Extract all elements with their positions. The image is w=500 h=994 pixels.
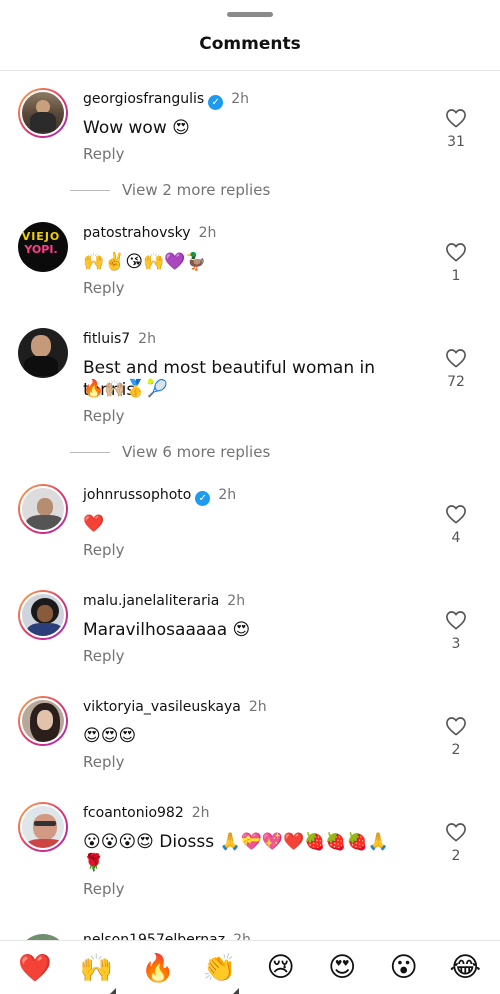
avatar[interactable] <box>18 590 68 640</box>
reaction-surprised[interactable]: 😮 <box>378 952 430 983</box>
reply-button[interactable]: Reply <box>83 145 125 163</box>
skin-tone-indicator-icon <box>233 987 240 994</box>
like-count: 2 <box>451 742 461 758</box>
comment-time: 2h <box>218 487 237 503</box>
reply-button[interactable]: Reply <box>83 647 125 665</box>
comment-time: 2h <box>138 331 156 347</box>
reaction-clap[interactable]: 👏 <box>193 952 245 994</box>
heart-outline-icon[interactable] <box>445 822 467 842</box>
like-control[interactable]: 1 <box>436 242 476 284</box>
like-control[interactable]: 72 <box>436 348 476 390</box>
comment-text-line2: 🔥🙌🏼🥇🎾 <box>83 379 168 399</box>
comment-text: Wow wow 😍 <box>83 118 190 138</box>
avatar[interactable] <box>18 88 68 138</box>
heart-outline-icon[interactable] <box>445 108 467 128</box>
reaction-fire[interactable]: 🔥 <box>132 952 184 984</box>
like-control[interactable]: 3 <box>436 610 476 652</box>
comment-time: 2h <box>227 593 246 609</box>
heart-outline-icon[interactable] <box>445 610 467 630</box>
sheet-title: Comments <box>199 34 301 54</box>
like-count: 1 <box>451 268 461 284</box>
comments-sheet: Comments georgiosfrangulis ✓ 2h Wow wow 😍 … <box>0 0 500 994</box>
avatar[interactable]: VIEJO YOPI. <box>18 222 68 272</box>
reply-button[interactable]: Reply <box>83 279 125 297</box>
comment-time: 2h <box>231 91 249 107</box>
like-count: 72 <box>447 374 465 390</box>
heart-outline-icon[interactable] <box>445 716 467 736</box>
replies-divider-line <box>70 190 110 191</box>
heart-outline-icon[interactable] <box>445 504 467 524</box>
avatar[interactable] <box>18 484 68 534</box>
like-count: 4 <box>451 530 461 546</box>
like-control[interactable]: 2 <box>436 822 476 864</box>
reaction-heart[interactable]: ❤️ <box>9 952 61 984</box>
comment-text: Maravilhosaaaaa 😍 <box>83 620 251 640</box>
comment-username[interactable]: viktoryia_vasileuskaya 2h <box>83 699 267 715</box>
comment-username[interactable]: fitluis7 2h <box>83 331 156 347</box>
like-control[interactable]: 2 <box>436 716 476 758</box>
reply-button[interactable]: Reply <box>83 753 125 771</box>
comment-username[interactable]: malu.janelaliteraria 2h <box>83 593 245 609</box>
comment-time: 2h <box>248 699 267 715</box>
heart-outline-icon[interactable] <box>445 242 467 262</box>
reaction-laughing[interactable]: 😂 <box>439 952 491 983</box>
reaction-heart-eyes[interactable]: 😍 <box>316 952 368 983</box>
verified-badge-icon: ✓ <box>195 491 211 506</box>
comment-username[interactable]: patostrahovsky 2h <box>83 225 216 241</box>
heart-outline-icon[interactable] <box>445 348 467 368</box>
like-count: 3 <box>451 636 461 652</box>
avatar[interactable] <box>18 802 68 852</box>
comment-username[interactable]: georgiosfrangulis ✓ 2h <box>83 91 249 110</box>
comment-text: 😍😍😍 <box>83 726 137 746</box>
comment-time: 2h <box>198 225 217 241</box>
like-count: 2 <box>451 848 461 864</box>
quick-reaction-bar: ❤️ 🙌 🔥 👏 😢 😍 😮 😂 <box>0 940 500 994</box>
comment-text: ❤️ <box>83 514 105 534</box>
avatar[interactable] <box>18 696 68 746</box>
view-more-replies[interactable]: View 6 more replies <box>70 443 270 461</box>
like-count: 31 <box>447 134 465 150</box>
comment-username[interactable]: fcoantonio982 2h <box>83 805 210 821</box>
like-control[interactable]: 31 <box>436 108 476 150</box>
verified-badge-icon: ✓ <box>208 95 224 110</box>
comment-time: 2h <box>191 805 210 821</box>
comment-username[interactable]: johnrussophoto ✓ 2h <box>83 487 236 506</box>
reaction-crying[interactable]: 😢 <box>255 952 307 983</box>
drag-handle[interactable] <box>227 12 273 17</box>
reply-button[interactable]: Reply <box>83 407 125 425</box>
skin-tone-indicator-icon <box>110 987 117 994</box>
reaction-raised-hands[interactable]: 🙌 <box>70 952 122 994</box>
replies-divider-line <box>70 452 110 453</box>
like-control[interactable]: 4 <box>436 504 476 546</box>
comment-text-line2: 🌹 <box>83 853 105 873</box>
view-more-replies[interactable]: View 2 more replies <box>70 181 270 199</box>
comment-text: 🙌✌️😘🙌💜🦆 <box>83 252 207 272</box>
avatar[interactable] <box>18 328 68 378</box>
reply-button[interactable]: Reply <box>83 541 125 559</box>
comment-text: 😮😮😮😍 Diosss 🙏💝💖❤️🍓🍓🍓🙏 <box>83 832 389 852</box>
header-divider <box>0 70 500 71</box>
reply-button[interactable]: Reply <box>83 880 125 898</box>
